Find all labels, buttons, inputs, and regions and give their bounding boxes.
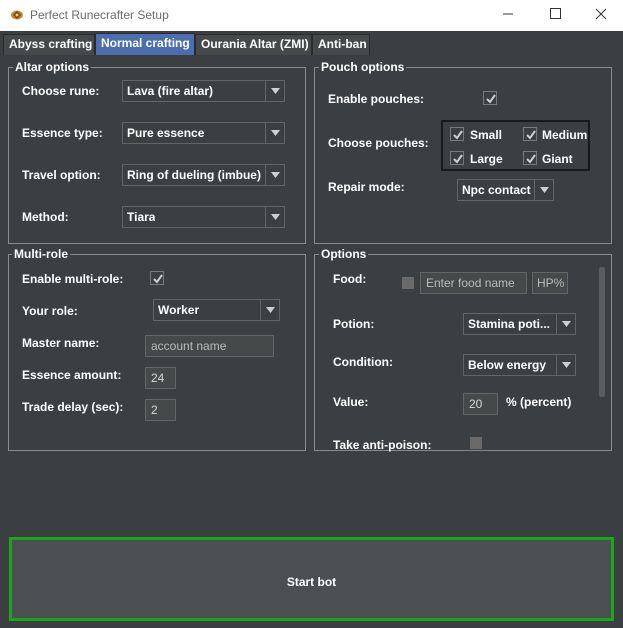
medium-pouch-checkbox[interactable]	[523, 127, 537, 141]
chevron-down-icon[interactable]	[265, 123, 284, 143]
large-pouch-checkbox[interactable]	[450, 151, 464, 165]
food-name-input[interactable]: Enter food name	[420, 272, 527, 294]
chevron-down-icon[interactable]	[260, 300, 279, 320]
enable-pouches-label: Enable pouches:	[328, 92, 425, 106]
minimize-button[interactable]	[485, 0, 531, 28]
tab-ourania-altar[interactable]: Ourania Altar (ZMI)	[195, 34, 312, 55]
chevron-down-icon[interactable]	[556, 355, 575, 375]
medium-pouch-label: Medium	[542, 128, 588, 142]
essence-type-value: Pure essence	[127, 126, 205, 140]
pouch-selector: Small Medium Large Giant	[441, 120, 590, 171]
value-input[interactable]: 20	[463, 393, 498, 415]
method-value: Tiara	[127, 210, 156, 224]
small-pouch-label: Small	[470, 128, 503, 142]
value-unit-label: % (percent)	[506, 395, 572, 409]
condition-value: Below energy	[468, 358, 547, 372]
chevron-down-icon[interactable]	[265, 165, 284, 185]
maximize-icon	[550, 8, 561, 19]
travel-option-value: Ring of dueling (imbue)	[127, 168, 261, 182]
title-bar: Perfect Runecrafter Setup	[0, 0, 623, 31]
large-pouch-label: Large	[470, 152, 503, 166]
choose-rune-dropdown[interactable]: Lava (fire altar)	[122, 80, 285, 102]
app-icon	[10, 9, 24, 21]
food-name-placeholder: Enter food name	[426, 276, 515, 290]
pouch-options-title: Pouch options	[319, 60, 407, 74]
essence-type-dropdown[interactable]: Pure essence	[122, 122, 285, 144]
repair-mode-value: Npc contact	[462, 183, 531, 197]
anti-poison-label: Take anti-poison:	[333, 438, 432, 452]
check-icon	[526, 130, 536, 140]
master-name-label: Master name:	[22, 336, 100, 350]
minimize-icon	[503, 13, 513, 15]
trade-delay-value: 2	[151, 403, 158, 417]
food-hp-input[interactable]: HP%	[532, 272, 568, 294]
choose-rune-label: Choose rune:	[22, 84, 100, 98]
condition-label: Condition:	[333, 355, 393, 369]
giant-pouch-label: Giant	[542, 152, 573, 166]
start-bot-button[interactable]: Start bot	[9, 537, 614, 621]
altar-options-title: Altar options	[13, 60, 91, 74]
tab-abyss-crafting[interactable]: Abyss crafting	[3, 34, 95, 55]
giant-pouch-checkbox[interactable]	[523, 151, 537, 165]
close-icon	[595, 8, 607, 20]
window-title: Perfect Runecrafter Setup	[30, 8, 169, 22]
pouch-options-panel: Pouch options Enable pouches: Choose pou…	[314, 60, 612, 244]
essence-amount-value: 24	[151, 371, 165, 385]
potion-label: Potion:	[333, 317, 375, 331]
check-icon	[526, 154, 536, 164]
tab-bar: Abyss crafting Normal crafting Ourania A…	[0, 31, 623, 55]
essence-amount-input[interactable]: 24	[145, 367, 176, 389]
trade-delay-label: Trade delay (sec):	[22, 400, 124, 414]
food-label: Food:	[333, 272, 367, 286]
essence-type-label: Essence type:	[22, 126, 103, 140]
master-name-placeholder: account name	[151, 339, 227, 353]
condition-dropdown[interactable]: Below energy	[463, 354, 576, 376]
choose-pouches-label: Choose pouches:	[328, 136, 429, 150]
potion-value: Stamina poti...	[468, 317, 551, 331]
your-role-dropdown[interactable]: Worker	[153, 299, 280, 321]
options-title: Options	[319, 247, 369, 261]
enable-multi-role-checkbox[interactable]	[150, 271, 164, 285]
potion-dropdown[interactable]: Stamina poti...	[463, 313, 576, 335]
repair-mode-dropdown[interactable]: Npc contact	[457, 179, 554, 201]
options-scrollbar[interactable]	[599, 267, 605, 397]
food-checkbox[interactable]	[402, 277, 414, 289]
your-role-value: Worker	[158, 303, 200, 317]
chevron-down-icon[interactable]	[556, 314, 575, 334]
check-icon	[153, 274, 163, 284]
value-value: 20	[469, 397, 483, 411]
your-role-label: Your role:	[22, 304, 78, 318]
travel-option-label: Travel option:	[22, 168, 101, 182]
tab-anti-ban[interactable]: Anti-ban	[312, 34, 370, 55]
choose-rune-value: Lava (fire altar)	[127, 84, 214, 98]
altar-options-panel: Altar options Choose rune: Lava (fire al…	[8, 60, 306, 244]
chevron-down-icon[interactable]	[534, 180, 553, 200]
method-label: Method:	[22, 210, 69, 224]
enable-pouches-checkbox[interactable]	[483, 91, 497, 105]
enable-multi-role-label: Enable multi-role:	[22, 272, 124, 286]
options-panel: Options Food: Enter food name HP% Potion…	[314, 247, 612, 452]
tab-normal-crafting[interactable]: Normal crafting	[95, 33, 195, 55]
start-bot-label: Start bot	[286, 575, 337, 589]
check-icon	[486, 94, 496, 104]
method-dropdown[interactable]: Tiara	[122, 206, 285, 228]
check-icon	[453, 130, 463, 140]
value-label: Value:	[333, 395, 369, 409]
repair-mode-label: Repair mode:	[328, 180, 405, 194]
trade-delay-input[interactable]: 2	[145, 399, 176, 421]
travel-option-dropdown[interactable]: Ring of dueling (imbue)	[122, 164, 285, 186]
maximize-button[interactable]	[532, 0, 578, 28]
anti-poison-checkbox[interactable]	[470, 437, 482, 449]
chevron-down-icon[interactable]	[265, 81, 284, 101]
close-button[interactable]	[578, 0, 623, 28]
chevron-down-icon[interactable]	[265, 207, 284, 227]
small-pouch-checkbox[interactable]	[450, 127, 464, 141]
multi-role-panel: Multi-role Enable multi-role: Your role:…	[8, 247, 306, 451]
multi-role-title: Multi-role	[12, 247, 70, 261]
essence-amount-label: Essence amount:	[22, 368, 122, 382]
check-icon	[453, 154, 463, 164]
master-name-input[interactable]: account name	[145, 335, 274, 357]
food-hp-placeholder: HP%	[537, 276, 565, 290]
